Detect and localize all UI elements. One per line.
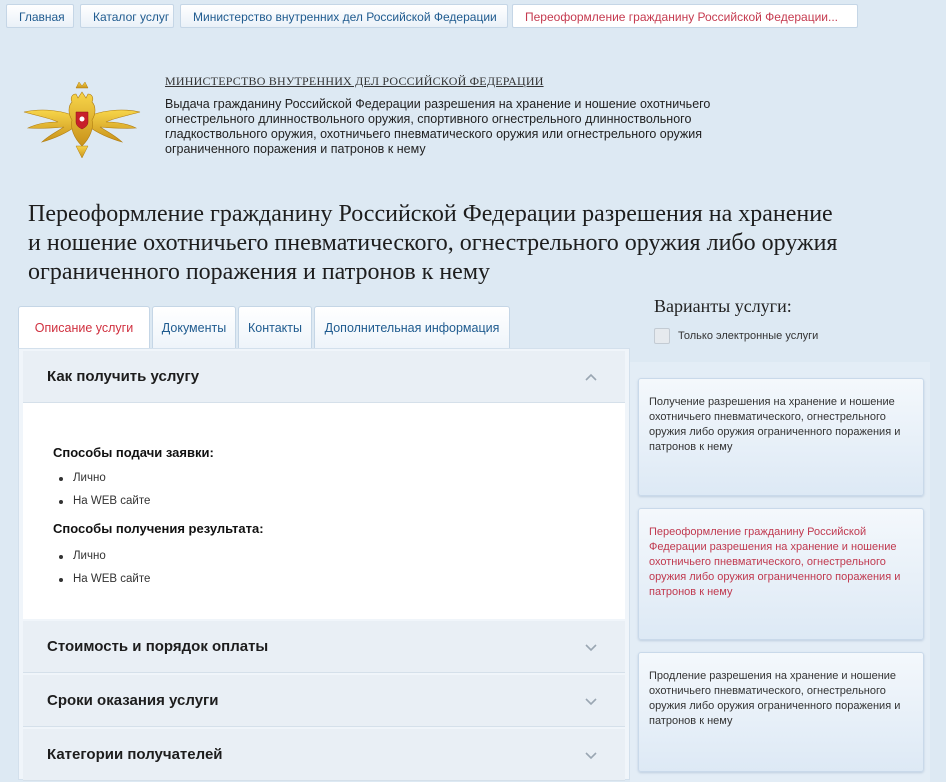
tab-additional-info[interactable]: Дополнительная информация	[314, 306, 510, 348]
accordion-title: Стоимость и порядок оплаты	[47, 638, 269, 655]
chevron-down-icon[interactable]	[583, 639, 599, 655]
tab-description[interactable]: Описание услуги	[18, 306, 150, 350]
ministry-header: МИНИСТЕРСТВО ВНУТРЕННИХ ДЕЛ РОССИЙСКОЙ Ф…	[22, 72, 922, 182]
electronic-only-checkbox[interactable]	[654, 328, 670, 344]
service-info-panel: Описание услуги Документы Контакты Допол…	[18, 300, 630, 781]
breadcrumb: Главная Каталог услуг Министерство внутр…	[0, 0, 946, 32]
page-title-line: ограниченного поражения и патронов к нем…	[28, 259, 490, 285]
list-item: На WEB сайте	[57, 490, 150, 513]
accordion-how-to-get[interactable]: Как получить услугу	[23, 351, 625, 403]
variant-extend-permit[interactable]: Продление разрешения на хранение и ношен…	[638, 652, 924, 772]
ministry-service-description: Выдача гражданину Российской Федерации р…	[165, 97, 805, 157]
breadcrumb-ministry[interactable]: Министерство внутренних дел Российской Ф…	[180, 4, 508, 28]
ministry-name-link[interactable]: МИНИСТЕРСТВО ВНУТРЕННИХ ДЕЛ РОССИЙСКОЙ Ф…	[165, 74, 544, 89]
accordion-cost-payment[interactable]: Стоимость и порядок оплаты	[23, 621, 625, 673]
description-line: Выдача гражданину Российской Федерации р…	[165, 97, 711, 111]
accordion-recipient-categories[interactable]: Категории получателей	[23, 729, 625, 781]
variant-reissue-permit[interactable]: Переоформление гражданину Российской Фед…	[638, 508, 924, 640]
description-line: ограниченного поражения и патронов к нем…	[165, 142, 426, 156]
page-title-line: и ношение охотничьего пневматического, о…	[28, 230, 838, 256]
accordion-title: Как получить услугу	[47, 368, 200, 385]
chevron-up-icon[interactable]	[583, 369, 599, 385]
breadcrumb-catalog[interactable]: Каталог услуг	[80, 4, 174, 28]
variant-text: Переоформление гражданину Российской Фед…	[649, 526, 901, 598]
list-item: На WEB сайте	[57, 568, 150, 591]
variant-text: Получение разрешения на хранение и ношен…	[649, 396, 901, 453]
result-methods-list: Лично На WEB сайте	[57, 545, 150, 591]
description-line: огнестрельного длинноствольного оружия, …	[165, 112, 692, 126]
service-variants-list: Получение разрешения на хранение и ношен…	[630, 362, 930, 782]
page-title: Переоформление гражданину Российской Фед…	[28, 200, 938, 287]
variant-obtain-permit[interactable]: Получение разрешения на хранение и ношен…	[638, 378, 924, 496]
electronic-only-filter[interactable]: Только электронные услуги	[654, 328, 914, 346]
breadcrumb-current: Переоформление гражданину Российской Фед…	[512, 4, 858, 28]
accordion-deadlines[interactable]: Сроки оказания услуги	[23, 675, 625, 727]
filter-label: Только электронные услуги	[678, 330, 819, 342]
variant-text: Продление разрешения на хранение и ношен…	[649, 670, 901, 727]
chevron-down-icon[interactable]	[583, 693, 599, 709]
description-line: гладкоствольного оружия, охотничьего пне…	[165, 127, 703, 141]
accordion-title: Сроки оказания услуги	[47, 692, 219, 709]
service-variants-title: Варианты услуги:	[654, 296, 792, 316]
ministry-emblem-icon	[23, 81, 141, 159]
accordion-body: Способы подачи заявки: Лично На WEB сайт…	[23, 403, 625, 619]
page-title-line: Переоформление гражданину Российской Фед…	[28, 201, 833, 227]
list-item: Лично	[57, 545, 150, 568]
chevron-down-icon[interactable]	[583, 747, 599, 763]
submit-methods-heading: Способы подачи заявки:	[53, 445, 214, 460]
tab-documents[interactable]: Документы	[152, 306, 236, 348]
list-item: Лично	[57, 467, 150, 490]
submit-methods-list: Лично На WEB сайте	[57, 467, 150, 513]
accordion-title: Категории получателей	[47, 746, 223, 763]
tab-bar: Описание услуги Документы Контакты Допол…	[18, 306, 630, 350]
breadcrumb-home[interactable]: Главная	[6, 4, 74, 28]
tab-contacts[interactable]: Контакты	[238, 306, 312, 348]
tab-content: Как получить услугу Способы подачи заявк…	[18, 348, 630, 781]
result-methods-heading: Способы получения результата:	[53, 521, 264, 536]
